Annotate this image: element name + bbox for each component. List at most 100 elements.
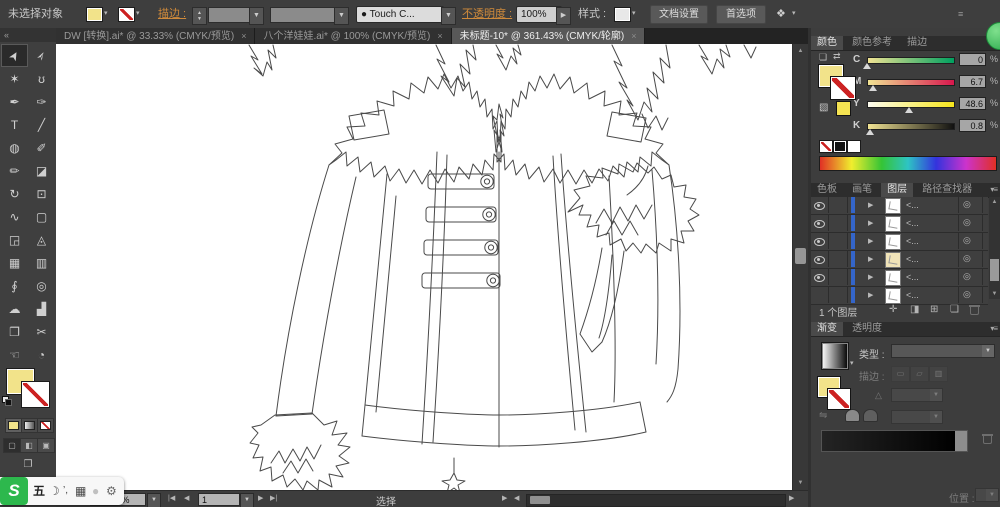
layer-lock-toggle[interactable] xyxy=(828,251,848,267)
draw-inside-mode-button[interactable]: ▣ xyxy=(37,438,55,453)
layer-expand-icon[interactable]: ▶ xyxy=(868,255,873,263)
last-artboard-icon[interactable]: ▶| xyxy=(270,494,277,502)
layer-target-icon[interactable]: ◎ xyxy=(963,217,971,228)
magenta-slider-thumb[interactable] xyxy=(869,85,877,91)
width-tool[interactable]: ∿ xyxy=(1,205,28,228)
zoom-dropdown-icon[interactable]: ▼ xyxy=(147,493,161,507)
artboard-tool[interactable]: ❐ xyxy=(1,320,28,343)
layer-visibility-toggle[interactable] xyxy=(811,233,829,249)
gradient-stroke-swatch[interactable] xyxy=(827,388,851,410)
layer-name[interactable]: <... xyxy=(906,200,919,210)
gradient-tool[interactable]: ▥ xyxy=(28,251,55,274)
variable-width-profile-combo[interactable] xyxy=(270,7,335,23)
fill-dropdown-icon[interactable]: ▾ xyxy=(104,9,108,19)
doc-tab-3-active[interactable]: 未标题-10* @ 361.43% (CMYK/轮廓) × xyxy=(451,28,646,44)
zoom-tool[interactable]: ◔ xyxy=(28,343,55,366)
paintbrush-tool[interactable]: ✐ xyxy=(28,136,55,159)
gradient-stop-left-icon[interactable] xyxy=(845,409,860,422)
black-color-swatch[interactable] xyxy=(833,140,847,153)
lasso-tool[interactable]: ʊ xyxy=(28,67,55,90)
layers-scroll-up-icon[interactable]: ▲ xyxy=(989,197,1000,207)
opacity-label[interactable]: 不透明度 : xyxy=(462,0,512,28)
layer-row[interactable]: ▶ <... ◎ xyxy=(811,233,988,251)
doc-tab-3-close-icon[interactable]: × xyxy=(631,31,636,41)
mesh-tool[interactable]: ▦ xyxy=(1,251,28,274)
ime-punctuation-icon[interactable]: ’, xyxy=(63,477,68,505)
yellow-value-field[interactable]: 48.6 xyxy=(959,97,986,110)
layer-thumbnail[interactable] xyxy=(885,252,901,268)
eraser-tool[interactable]: ◪ xyxy=(28,159,55,182)
stroke-proxy-swatch[interactable] xyxy=(21,381,50,408)
ime-wubi-mode[interactable]: 五 xyxy=(33,477,45,505)
color-mode-button[interactable] xyxy=(5,418,22,433)
vertical-scroll-thumb[interactable] xyxy=(795,248,806,264)
layer-name[interactable]: <... xyxy=(906,272,919,282)
tab-pathfinder[interactable]: 路径查找器 xyxy=(916,183,978,197)
gradient-stop-right-icon[interactable] xyxy=(863,409,878,422)
layer-name[interactable]: <... xyxy=(906,236,919,246)
stroke-width-combo-arrow[interactable]: ▼ xyxy=(249,7,264,25)
pen-tool[interactable]: ✒ xyxy=(1,90,28,113)
curvature-pen-tool[interactable]: ✑ xyxy=(28,90,55,113)
horizontal-scroll-thumb[interactable] xyxy=(530,496,550,504)
layer-visibility-toggle[interactable] xyxy=(811,251,829,267)
fill-color-swatch[interactable] xyxy=(86,7,103,22)
scale-tool[interactable]: ⊡ xyxy=(28,182,55,205)
layer-thumbnail[interactable] xyxy=(885,270,901,286)
fill-stroke-proxy[interactable] xyxy=(6,368,54,412)
vertical-scrollbar[interactable]: ▲ ▼ xyxy=(792,44,809,490)
stroke-width-combo[interactable] xyxy=(208,7,250,23)
layer-target-icon[interactable]: ◎ xyxy=(963,253,971,264)
ime-user-icon[interactable]: ● xyxy=(92,477,99,505)
black-slider-thumb[interactable] xyxy=(866,129,874,135)
stroke-weight-label[interactable]: 描边 : xyxy=(158,0,186,28)
gradient-mode-button[interactable] xyxy=(21,418,38,433)
doc-tab-2[interactable]: 八个洋娃娃.ai* @ 100% (CMYK/预览) × xyxy=(255,28,452,44)
layer-thumbnail[interactable] xyxy=(885,198,901,214)
symbol-sprayer-tool[interactable]: ☁ xyxy=(1,297,28,320)
layer-expand-icon[interactable]: ▶ xyxy=(868,201,873,209)
layers-panel-menu-icon[interactable]: ▾≡ xyxy=(990,185,998,194)
gradient-type-dropdown-icon[interactable]: ▼ xyxy=(982,345,994,357)
layer-lock-toggle[interactable] xyxy=(828,233,848,249)
layer-expand-icon[interactable]: ▶ xyxy=(868,291,873,299)
ime-moon-icon[interactable]: ☽ xyxy=(49,477,60,505)
ime-toolbar[interactable]: S 五 ☽ ’, ▦ ● ⚙ xyxy=(0,477,124,505)
cyan-value-field[interactable]: 0 xyxy=(959,53,986,66)
brush-definition-combo[interactable]: ● Touch C... xyxy=(356,6,444,23)
default-fill-stroke-icon[interactable] xyxy=(2,396,12,406)
magic-wand-tool[interactable]: ✶ xyxy=(1,67,28,90)
layer-name[interactable]: <... xyxy=(906,254,919,264)
tools-panel-collapse[interactable]: « xyxy=(0,28,56,42)
stroke-color-swatch[interactable] xyxy=(118,7,135,22)
status-expand-icon[interactable]: ▶ xyxy=(502,494,507,502)
color-spectrum-bar[interactable] xyxy=(819,156,997,171)
layer-expand-icon[interactable]: ▶ xyxy=(868,273,873,281)
slice-tool[interactable]: ✂ xyxy=(28,320,55,343)
tab-color[interactable]: 颜色 xyxy=(811,36,843,50)
opacity-arrow[interactable]: ▶ xyxy=(556,7,571,25)
none-mode-button[interactable] xyxy=(37,418,54,433)
layer-target-icon[interactable]: ◎ xyxy=(963,199,971,210)
pencil-tool[interactable]: ✏ xyxy=(1,159,28,182)
cyan-slider[interactable] xyxy=(867,57,955,64)
doc-tab-1-close-icon[interactable]: × xyxy=(241,31,246,41)
perspective-grid-tool[interactable]: ◬ xyxy=(28,228,55,251)
gradient-panel-menu-icon[interactable]: ▾≡ xyxy=(990,324,998,333)
tab-transparency[interactable]: 透明度 xyxy=(846,322,888,336)
profile-combo-arrow[interactable]: ▼ xyxy=(334,7,349,25)
layer-target-icon[interactable]: ◎ xyxy=(963,235,971,246)
rotate-tool[interactable]: ↻ xyxy=(1,182,28,205)
reverse-gradient-icon[interactable]: ⇋ xyxy=(819,410,827,421)
tab-gradient[interactable]: 渐变 xyxy=(811,322,843,336)
layer-lock-toggle[interactable] xyxy=(828,269,848,285)
scroll-down-icon[interactable]: ▼ xyxy=(793,477,808,489)
gradient-preview-swatch[interactable] xyxy=(821,342,849,370)
ellipse-tool[interactable]: ◍ xyxy=(1,136,28,159)
delete-gradient-stop-icon[interactable] xyxy=(982,434,993,444)
layer-row[interactable]: ▶ <... ◎ xyxy=(811,197,988,215)
line-segment-tool[interactable]: ╱ xyxy=(28,113,55,136)
stroke-gradient-along-icon[interactable]: ▱ xyxy=(910,366,929,382)
gradient-slider-end[interactable] xyxy=(955,430,968,452)
stroke-dropdown-icon[interactable]: ▾ xyxy=(136,9,140,19)
